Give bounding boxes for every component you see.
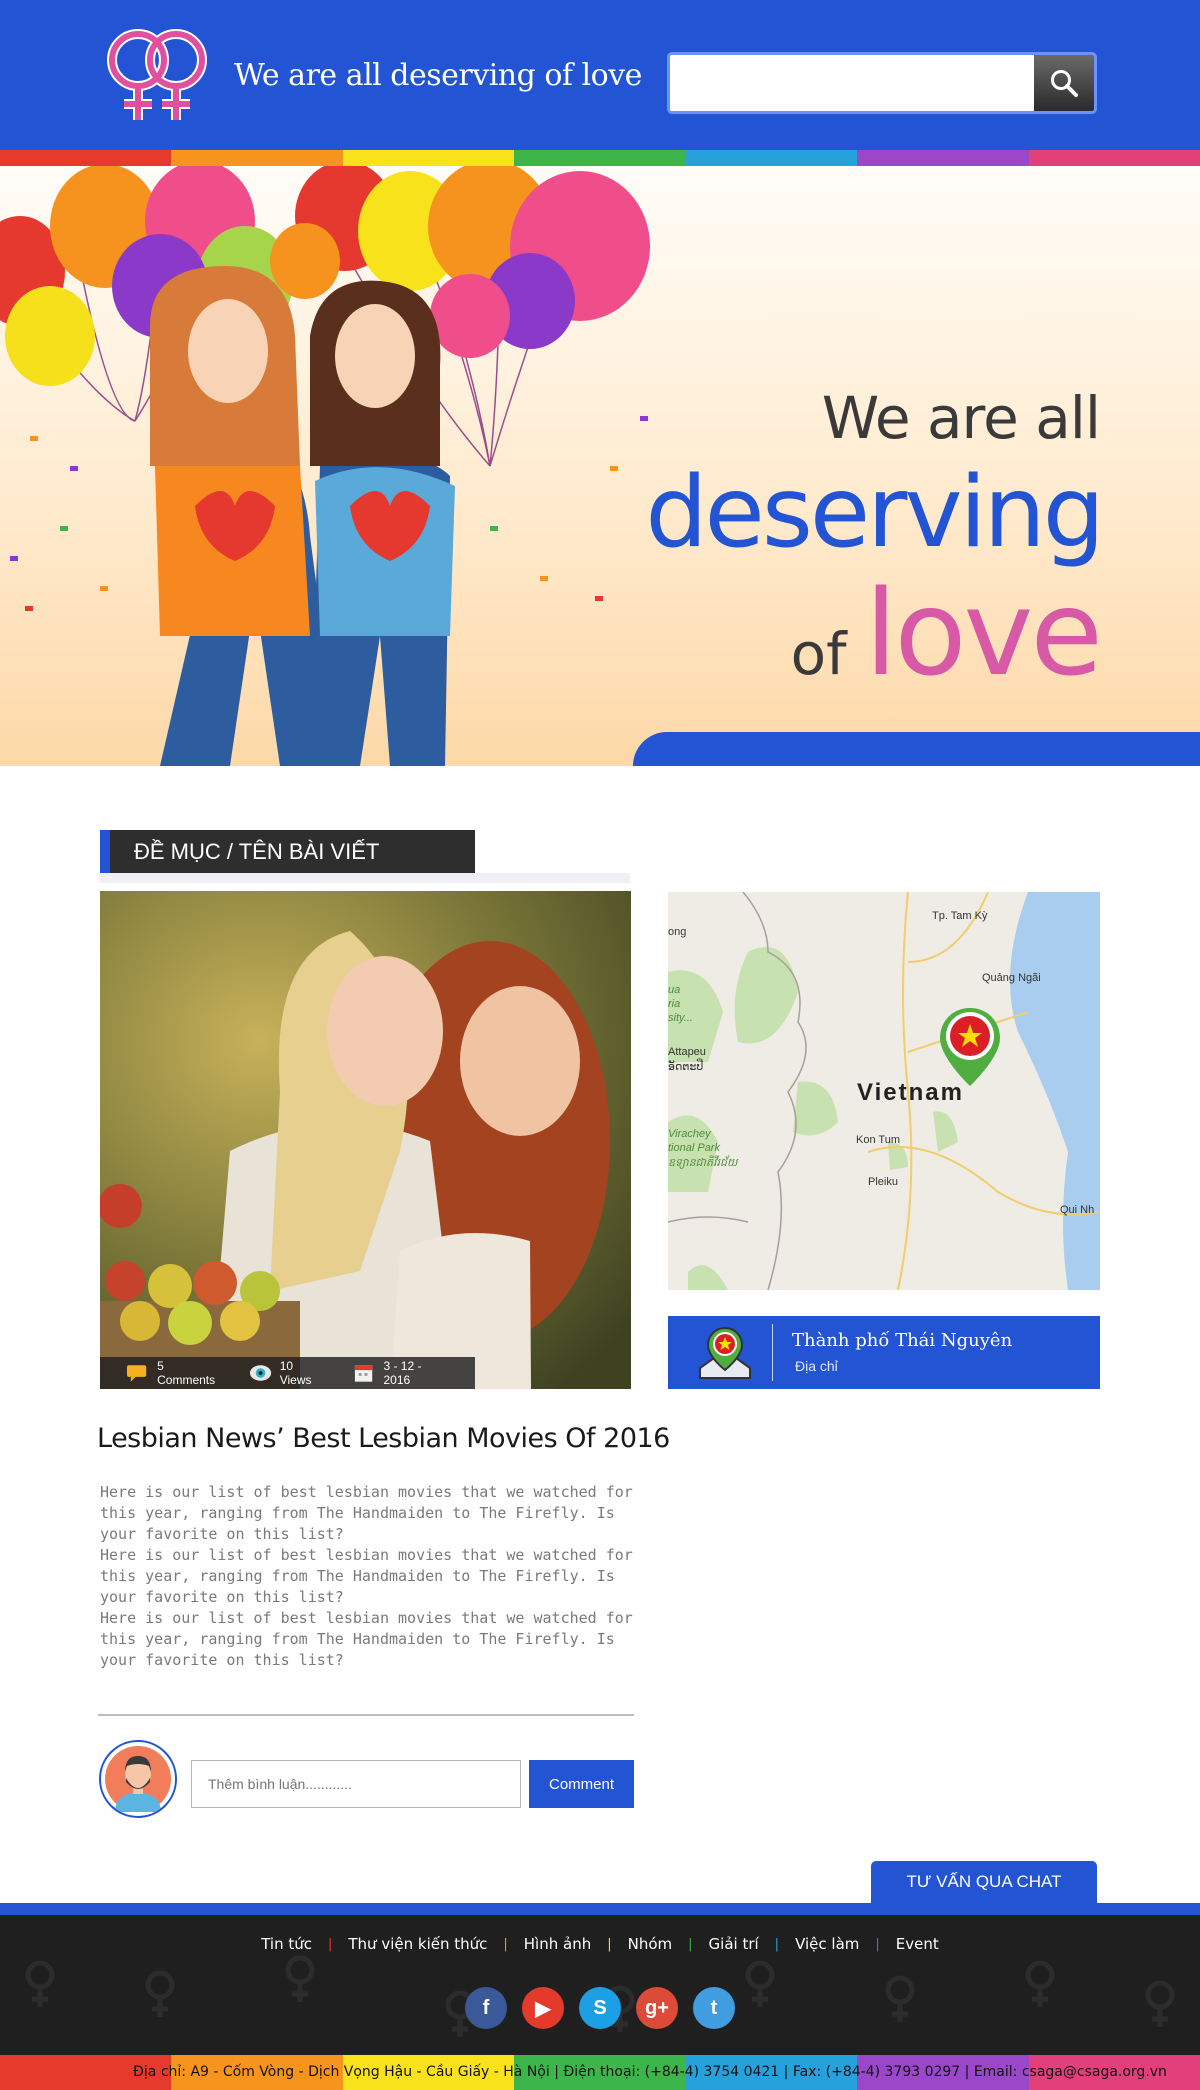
section-title-rule (100, 873, 630, 883)
article-divider (98, 1714, 634, 1716)
map-pin-icon[interactable] (938, 1006, 1002, 1088)
site-header: We are all deserving of love (0, 0, 1200, 150)
comments-count[interactable]: 5 Comments (126, 1359, 223, 1387)
hero-line-2: deserving (645, 456, 1105, 570)
section-title-sep: / (220, 839, 239, 864)
footer-address: Địa chỉ: A9 - Cốm Vòng - Dịch Vọng Hậu -… (133, 2064, 1167, 2080)
site-footer: Tin tức | Thư viện kiến thức | Hình ảnh | Nhóm… (0, 1915, 1200, 2055)
location-divider (772, 1324, 773, 1381)
article-body: Here is our list of best lesbian movies … (100, 1482, 635, 1671)
map-label: Kon Tum (856, 1134, 901, 1146)
footer-nav-link[interactable]: Hình ảnh (508, 1935, 607, 1953)
footer-nav-link[interactable]: Giải trí (693, 1935, 775, 1953)
map-label: ឧទ្យានជាតិវីរជ័យ (668, 1157, 738, 1169)
article-paragraph: Here is our list of best lesbian movies … (100, 1609, 633, 1669)
location-subtitle: Địa chỉ (795, 1358, 838, 1374)
comment-button[interactable]: Comment (529, 1760, 634, 1808)
footer-nav-link[interactable]: Thư viện kiến thức (332, 1935, 503, 1953)
section-title: ĐỀ MỤC / TÊN BÀI VIẾT (100, 830, 475, 873)
hero-love-text: love (864, 564, 1103, 702)
map-label: Tp. Tam Kỳ (932, 910, 988, 922)
footer-nav-link[interactable]: Event (880, 1935, 955, 1953)
rainbow-stripe (0, 150, 1200, 166)
map-label: ria (668, 998, 681, 1010)
logo-icon[interactable] (96, 18, 220, 126)
youtube-icon[interactable]: ▶ (522, 1987, 564, 2029)
footer-top-stripe (0, 1903, 1200, 1915)
search-input[interactable] (670, 55, 1035, 111)
views-label: 10 Views (279, 1359, 312, 1387)
article-image (100, 891, 631, 1389)
comments-label: 5 Comments (157, 1359, 216, 1387)
article-meta-bar: 5 Comments 10 Views 3 - 12 - 2016 (100, 1357, 475, 1389)
section-title-main: ĐỀ MỤC (134, 839, 221, 864)
user-avatar-icon (105, 1746, 171, 1812)
map-label: Pleiku (868, 1176, 898, 1188)
brand-tagline: We are all deserving of love (234, 58, 642, 93)
hero-line-3: of love (790, 564, 1103, 702)
calendar-icon (355, 1365, 373, 1382)
comment-bubble-icon (126, 1365, 147, 1382)
map-label: Attapeu (668, 1046, 706, 1058)
map-label: ua (668, 984, 681, 996)
location-pin-icon (699, 1326, 751, 1379)
article-paragraph: Here is our list of best lesbian movies … (100, 1483, 633, 1543)
map-label: Qui Nh (1060, 1204, 1095, 1216)
google-plus-icon[interactable]: g+ (636, 1987, 678, 2029)
map-label: Quảng Ngãi (982, 972, 1041, 984)
footer-nav-link[interactable]: Tin tức (245, 1935, 328, 1953)
map-label: sity... (668, 1012, 693, 1024)
search-button[interactable] (1034, 55, 1094, 111)
map-label: Virachey (668, 1128, 711, 1140)
search-icon (1051, 70, 1078, 97)
article-title[interactable]: Lesbian News’ Best Lesbian Movies Of 201… (97, 1423, 670, 1454)
social-links: f ▶ Sg+ t (0, 1987, 1200, 2029)
date-label: 3 - 12 - 2016 (383, 1359, 422, 1387)
footer-nav: Tin tức | Thư viện kiến thức | Hình ảnh | Nhóm… (0, 1935, 1200, 1953)
map-label: ອັດຕະປື (668, 1061, 704, 1073)
user-avatar (99, 1740, 177, 1818)
location-name: Thành phố Thái Nguyên (792, 1330, 1013, 1351)
footer-nav-link[interactable]: Nhóm (612, 1935, 689, 1953)
footer-nav-link[interactable]: Việc làm (779, 1935, 875, 1953)
hero-banner: We are all deserving of love (0, 166, 1200, 766)
chat-consult-button[interactable]: TƯ VẤN QUA CHAT (871, 1861, 1097, 1903)
hero-tab-decoration (633, 732, 1200, 766)
section-title-sub: TÊN BÀI VIẾT (238, 839, 380, 864)
article-paragraph: Here is our list of best lesbian movies … (100, 1546, 633, 1606)
article-photo[interactable]: 5 Comments 10 Views 3 - 12 - 2016 (100, 891, 631, 1389)
hero-illustration (0, 166, 650, 766)
map-view[interactable]: Tp. Tam Kỳ Quảng Ngãi Kon Tum Pleiku Qui… (668, 892, 1100, 1290)
map-label: ong (668, 926, 687, 938)
search-box (667, 52, 1097, 114)
views-count: 10 Views (249, 1359, 327, 1387)
skype-icon[interactable]: S (579, 1987, 621, 2029)
eye-icon (249, 1365, 271, 1381)
facebook-icon[interactable]: f (465, 1987, 507, 2029)
comment-input[interactable] (191, 1760, 521, 1808)
hero-of-text: of (790, 620, 847, 688)
post-date: 3 - 12 - 2016 (352, 1359, 449, 1387)
hero-line-1: We are all (821, 384, 1101, 452)
location-card[interactable]: Thành phố Thái Nguyên Địa chỉ (668, 1316, 1100, 1389)
twitter-icon[interactable]: t (693, 1987, 735, 2029)
map-label: tional Park (668, 1142, 720, 1154)
